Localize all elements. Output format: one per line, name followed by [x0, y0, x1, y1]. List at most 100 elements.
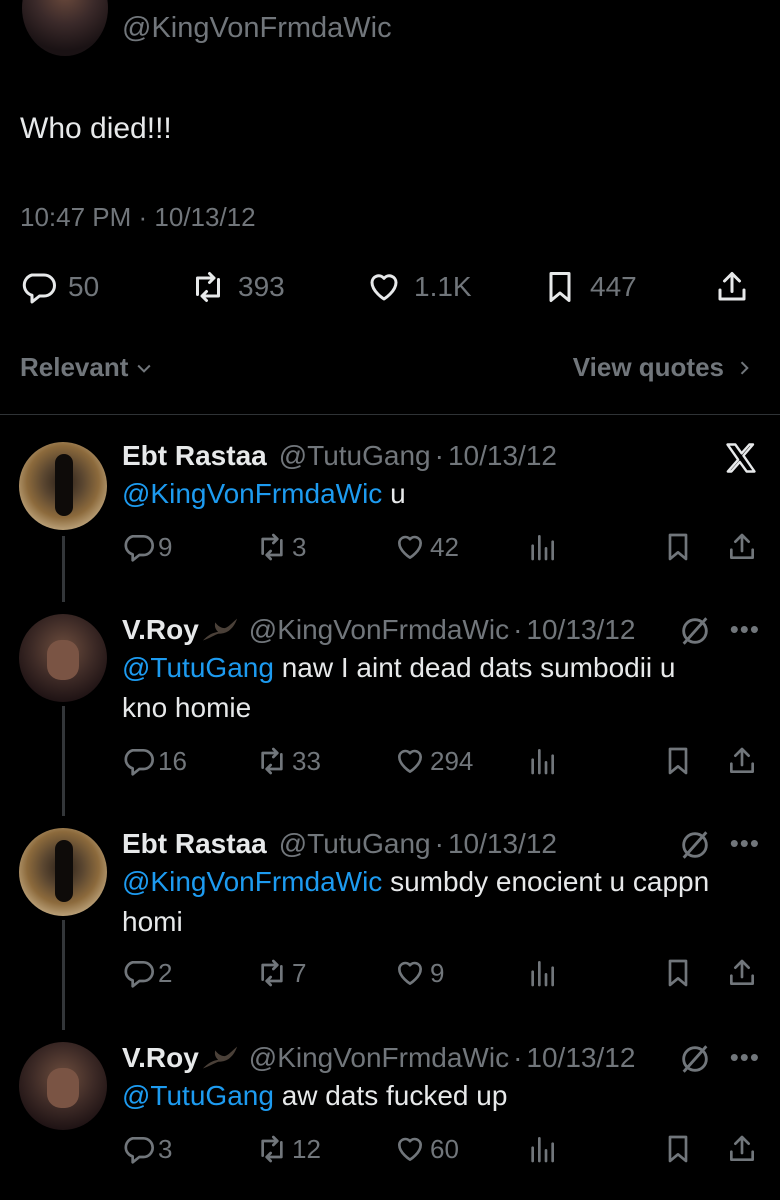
views-button[interactable] [526, 1130, 558, 1168]
reply-date[interactable]: 10/13/12 [526, 614, 635, 646]
bookmark-button[interactable] [662, 742, 694, 780]
reply-count: 9 [158, 531, 173, 562]
like-count: 60 [430, 1133, 459, 1164]
reply-body: u [382, 478, 406, 509]
avatar[interactable] [19, 1042, 107, 1130]
avatar[interactable] [19, 828, 107, 916]
display-name[interactable]: Ebt Rastaa [122, 828, 267, 860]
share-icon [730, 533, 754, 559]
reply-date[interactable]: 10/13/12 [448, 440, 557, 472]
section-divider [0, 414, 780, 415]
thread-line [62, 706, 65, 816]
bookmark-button[interactable] [662, 1130, 694, 1168]
retweet-button[interactable]: 393 [190, 266, 285, 308]
user-handle[interactable]: @TutuGang [279, 828, 431, 860]
analytics-icon [531, 749, 554, 775]
reply-button[interactable]: 16 [122, 742, 187, 780]
reply-date[interactable]: 10/13/12 [526, 1042, 635, 1074]
analytics-icon [531, 961, 554, 987]
reply-button[interactable]: 50 [20, 266, 99, 308]
reply-text: @KingVonFrmdaWic u [122, 474, 722, 514]
bookmark-button[interactable] [662, 954, 694, 992]
views-button[interactable] [526, 954, 558, 992]
like-count: 1.1K [414, 271, 472, 302]
reply-count: 3 [158, 1133, 173, 1164]
heart-icon [398, 749, 422, 773]
separator-dot: · [434, 440, 444, 471]
reply-icon [124, 961, 154, 988]
like-button[interactable]: 1.1K [366, 266, 472, 308]
x-logo-icon[interactable] [722, 440, 760, 476]
retweet-count: 7 [292, 957, 307, 988]
more-options-button[interactable]: ••• [730, 828, 760, 859]
sort-dropdown[interactable]: Relevant [20, 352, 154, 383]
sort-label: Relevant [20, 352, 129, 382]
reply-button[interactable]: 9 [122, 528, 172, 566]
bookmark-button[interactable]: 447 [542, 266, 637, 308]
reply-icon [124, 535, 154, 562]
retweet-icon [261, 959, 283, 987]
retweet-button[interactable]: 12 [256, 1130, 321, 1168]
like-button[interactable]: 294 [394, 742, 473, 780]
reply-date[interactable]: 10/13/12 [448, 828, 557, 860]
reply-actions: 9 3 42 [122, 528, 762, 566]
author-handle[interactable]: @KingVonFrmdaWic [122, 12, 392, 45]
avatar[interactable] [19, 614, 107, 702]
retweet-count: 33 [292, 745, 321, 776]
like-count: 9 [430, 957, 445, 988]
user-handle[interactable]: @KingVonFrmdaWic [249, 614, 509, 646]
like-count: 42 [430, 531, 459, 562]
retweet-button[interactable]: 33 [256, 742, 321, 780]
user-handle[interactable]: @TutuGang [279, 440, 431, 472]
share-icon [730, 1135, 754, 1161]
reply-button[interactable]: 2 [122, 954, 172, 992]
bookmark-button[interactable] [662, 528, 694, 566]
more-options-button[interactable]: ••• [730, 1042, 760, 1073]
reply-icon [22, 273, 56, 304]
retweet-icon [261, 1135, 283, 1163]
chevron-right-icon [740, 360, 749, 375]
mention-link[interactable]: @TutuGang [122, 1080, 274, 1111]
tweet-timestamp[interactable]: 10:47 PM · 10/13/12 [20, 202, 256, 233]
separator-dot: · [434, 828, 444, 859]
grok-icon[interactable] [678, 1042, 712, 1076]
retweet-count: 3 [292, 531, 307, 562]
share-button[interactable] [714, 266, 750, 308]
retweet-button[interactable]: 3 [256, 528, 306, 566]
like-button[interactable]: 9 [394, 954, 444, 992]
grok-icon[interactable] [678, 828, 712, 862]
like-button[interactable]: 42 [394, 528, 459, 566]
display-name[interactable]: V.Roy [122, 614, 199, 646]
mention-link[interactable]: @KingVonFrmdaWic [122, 866, 382, 897]
thread-line [62, 536, 65, 602]
bookmark-count: 447 [590, 271, 637, 302]
share-button[interactable] [726, 742, 758, 780]
views-button[interactable] [526, 742, 558, 780]
reply-icon [124, 749, 154, 776]
reply-header: Ebt Rastaa @TutuGang · 10/13/12 [122, 438, 557, 474]
share-icon [718, 272, 746, 301]
retweet-icon [261, 747, 283, 775]
reply-button[interactable]: 3 [122, 1130, 172, 1168]
like-button[interactable]: 60 [394, 1130, 459, 1168]
display-name[interactable]: V.Roy [122, 1042, 199, 1074]
grok-icon[interactable] [678, 614, 712, 648]
more-options-button[interactable]: ••• [730, 614, 760, 645]
avatar[interactable] [19, 442, 107, 530]
reply-actions: 2 7 9 [122, 954, 762, 992]
user-handle[interactable]: @KingVonFrmdaWic [249, 1042, 509, 1074]
mention-link[interactable]: @TutuGang [122, 652, 274, 683]
analytics-icon [531, 1137, 554, 1163]
author-avatar[interactable] [22, 0, 108, 56]
heart-icon [398, 535, 422, 559]
view-quotes-link[interactable]: View quotes [573, 352, 754, 383]
share-button[interactable] [726, 1130, 758, 1168]
views-button[interactable] [526, 528, 558, 566]
display-name[interactable]: Ebt Rastaa [122, 440, 267, 472]
share-button[interactable] [726, 954, 758, 992]
eagle-emoji-icon [202, 1046, 237, 1069]
share-button[interactable] [726, 528, 758, 566]
mention-link[interactable]: @KingVonFrmdaWic [122, 478, 382, 509]
reply-header: V.Roy @KingVonFrmdaWic · 10/13/12 [122, 1040, 635, 1076]
retweet-button[interactable]: 7 [256, 954, 306, 992]
